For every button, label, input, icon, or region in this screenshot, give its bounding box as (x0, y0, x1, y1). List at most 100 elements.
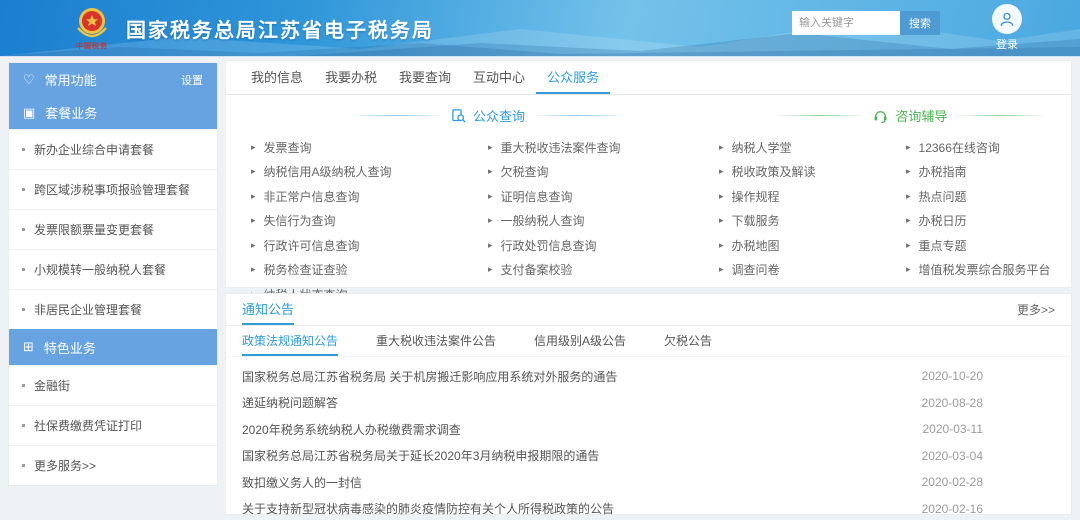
arrow-icon: ▸ (488, 143, 493, 152)
bullet-icon (22, 384, 25, 387)
notice-date: 2020-02-16 (922, 502, 983, 516)
tab-interaction-center[interactable]: 互动中心 (462, 61, 536, 94)
login-label[interactable]: 登录 (992, 36, 1022, 52)
tab-major-violation-notices[interactable]: 重大税收违法案件公告 (376, 326, 496, 356)
link-operation-rules[interactable]: ▸操作规程 (719, 184, 906, 209)
link-abnormal-household-query[interactable]: ▸非正常户信息查询 (251, 184, 488, 209)
notice-row[interactable]: 国家税务总局江苏省税务局关于延长2020年3月纳税申报期限的通告 2020-03… (242, 443, 1055, 470)
consult-header: 咨询辅导 (750, 106, 1071, 125)
sidebar-item-new-enterprise[interactable]: 新办企业综合申请套餐 (9, 129, 217, 169)
bullet-icon (22, 424, 25, 427)
arrow-icon: ▸ (251, 216, 256, 225)
notice-title[interactable]: 国家税务总局江苏省税务局关于延长2020年3月纳税申报期限的通告 (242, 447, 599, 464)
notice-row[interactable]: 2020年税务系统纳税人办税缴费需求调查 2020-03-11 (242, 416, 1055, 443)
notice-title[interactable]: 关于支持新型冠状病毒感染的肺炎疫情防控有关个人所得税政策的公告 (242, 500, 614, 517)
sidebar-item-label: 跨区域涉税事项报验管理套餐 (34, 181, 190, 198)
sidebar-item-label: 金融街 (34, 377, 70, 394)
national-emblem-icon (72, 6, 112, 40)
arrow-icon: ▸ (251, 265, 256, 274)
sidebar-item-favorites[interactable]: ♡ 常用功能 设置 (9, 63, 217, 96)
link-taxpayer-school[interactable]: ▸纳税人学堂 (719, 135, 906, 160)
arrow-icon: ▸ (719, 265, 724, 274)
link-inspection-cert-check[interactable]: ▸税务检查证查验 (251, 258, 488, 283)
tab-tax-handling[interactable]: 我要办税 (314, 61, 388, 94)
link-hot-issues[interactable]: ▸热点问题 (906, 184, 1071, 209)
sidebar-item-small-scale[interactable]: 小规模转一般纳税人套餐 (9, 249, 217, 289)
link-survey[interactable]: ▸调查问卷 (719, 258, 906, 283)
link-tax-map[interactable]: ▸办税地图 (719, 233, 906, 258)
notices-title-tab[interactable]: 通知公告 (242, 294, 294, 325)
sidebar-item-more-services[interactable]: 更多服务>> (9, 445, 217, 485)
arrow-icon: ▸ (488, 167, 493, 176)
link-tax-calendar[interactable]: ▸办税日历 (906, 209, 1071, 234)
section-headers: 公众查询 咨询辅导 (226, 106, 1071, 125)
arrow-icon: ▸ (251, 241, 256, 250)
public-query-title: 公众查询 (473, 106, 525, 125)
notice-row[interactable]: 递延纳税问题解答 2020-08-28 (242, 390, 1055, 417)
more-link[interactable]: 更多>> (1017, 294, 1055, 325)
search-input[interactable] (792, 11, 900, 35)
notice-title[interactable]: 致扣缴义务人的一封信 (242, 474, 362, 491)
sidebar-item-financial-street[interactable]: 金融街 (9, 365, 217, 405)
arrow-icon: ▸ (251, 167, 256, 176)
notice-title[interactable]: 国家税务总局江苏省税务局 关于机房搬迁影响应用系统对外服务的通告 (242, 368, 617, 385)
link-tax-guide[interactable]: ▸办税指南 (906, 160, 1071, 185)
sidebar-item-nonresident[interactable]: 非居民企业管理套餐 (9, 289, 217, 329)
special-business-label: 特色业务 (44, 338, 96, 357)
link-general-taxpayer-query[interactable]: ▸一般纳税人查询 (488, 209, 719, 234)
site-title: 国家税务总局江苏省电子税务局 (126, 14, 434, 43)
link-admin-penalty-query[interactable]: ▸行政处罚信息查询 (488, 233, 719, 258)
notice-date: 2020-10-20 (922, 369, 983, 383)
tab-policy-notices[interactable]: 政策法规通知公告 (242, 326, 338, 356)
notice-title[interactable]: 2020年税务系统纳税人办税缴费需求调查 (242, 421, 461, 438)
tax-bureau-logo: 中国税务 (66, 6, 118, 51)
link-key-topics[interactable]: ▸重点专题 (906, 233, 1071, 258)
link-invoice-query[interactable]: ▸发票查询 (251, 135, 488, 160)
arrow-icon: ▸ (906, 265, 911, 274)
search-button[interactable]: 搜索 (900, 11, 940, 35)
link-vat-invoice-platform[interactable]: ▸增值税发票综合服务平台 (906, 258, 1071, 283)
link-major-violation-query[interactable]: ▸重大税收违法案件查询 (488, 135, 719, 160)
services-panel: 我的信息 我要办税 我要查询 互动中心 公众服务 公众查询 (225, 60, 1072, 288)
settings-link[interactable]: 设置 (181, 72, 203, 88)
sidebar-item-label: 新办企业综合申请套餐 (34, 141, 154, 158)
notice-row[interactable]: 关于支持新型冠状病毒感染的肺炎疫情防控有关个人所得税政策的公告 2020-02-… (242, 496, 1055, 520)
user-icon (998, 10, 1016, 28)
sidebar-item-social-insurance[interactable]: 社保费缴费凭证打印 (9, 405, 217, 445)
avatar[interactable] (992, 4, 1022, 34)
bullet-icon (22, 464, 25, 467)
link-tax-arrears-query[interactable]: ▸欠税查询 (488, 160, 719, 185)
arrow-icon: ▸ (251, 143, 256, 152)
notice-row[interactable]: 致扣缴义务人的一封信 2020-02-28 (242, 469, 1055, 496)
public-query-col1: ▸发票查询 ▸纳税信用A级纳税人查询 ▸非正常户信息查询 ▸失信行为查询 ▸行政… (251, 135, 488, 307)
sidebar-item-cross-region[interactable]: 跨区域涉税事项报验管理套餐 (9, 169, 217, 209)
notice-title[interactable]: 递延纳税问题解答 (242, 394, 338, 411)
arrow-icon: ▸ (488, 241, 493, 250)
headset-icon (873, 108, 888, 123)
sidebar-item-special-business[interactable]: ⊞ 特色业务 (9, 329, 217, 365)
sidebar-item-label: 社保费缴费凭证打印 (34, 417, 142, 434)
grid-icon: ⊞ (23, 339, 34, 355)
link-payment-filing-check[interactable]: ▸支付备案校验 (488, 258, 719, 283)
link-download-service[interactable]: ▸下载服务 (719, 209, 906, 234)
link-tax-policy[interactable]: ▸税收政策及解读 (719, 160, 906, 185)
notice-list: 国家税务总局江苏省税务局 关于机房搬迁影响应用系统对外服务的通告 2020-10… (226, 357, 1071, 520)
link-admin-license-query[interactable]: ▸行政许可信息查询 (251, 233, 488, 258)
link-credit-a-taxpayer-query[interactable]: ▸纳税信用A级纳税人查询 (251, 160, 488, 185)
tab-credit-a-notices[interactable]: 信用级别A级公告 (534, 326, 626, 356)
sidebar-item-invoice-quota[interactable]: 发票限额票量变更套餐 (9, 209, 217, 249)
arrow-icon: ▸ (906, 167, 911, 176)
tab-my-query[interactable]: 我要查询 (388, 61, 462, 94)
notice-row[interactable]: 国家税务总局江苏省税务局 关于机房搬迁影响应用系统对外服务的通告 2020-10… (242, 363, 1055, 390)
tab-arrears-notices[interactable]: 欠税公告 (664, 326, 712, 356)
sidebar-item-packages[interactable]: ▣ 套餐业务 (9, 96, 217, 129)
arrow-icon: ▸ (906, 192, 911, 201)
login-area[interactable]: 登录 (992, 4, 1022, 52)
link-certificate-info-query[interactable]: ▸证明信息查询 (488, 184, 719, 209)
tab-public-services[interactable]: 公众服务 (536, 61, 610, 94)
tab-my-info[interactable]: 我的信息 (240, 61, 314, 94)
consult-col1: ▸纳税人学堂 ▸税收政策及解读 ▸操作规程 ▸下载服务 ▸办税地图 ▸调查问卷 (719, 135, 906, 307)
link-12366-online[interactable]: ▸12366在线咨询 (906, 135, 1071, 160)
link-dishonesty-query[interactable]: ▸失信行为查询 (251, 209, 488, 234)
magnifier-doc-icon (451, 108, 466, 123)
